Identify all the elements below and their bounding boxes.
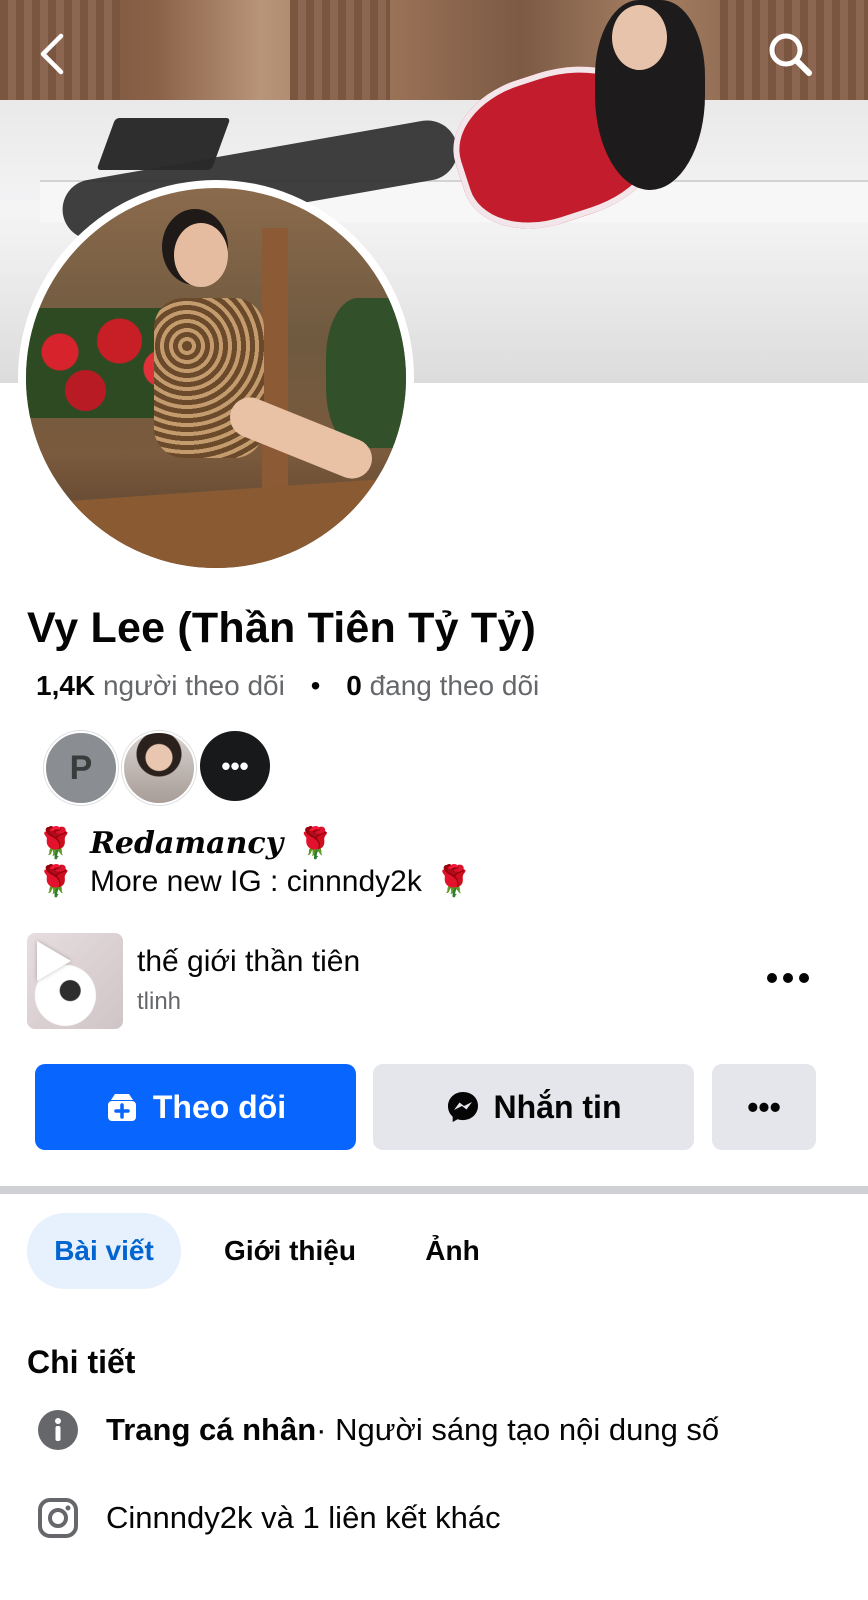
tab-posts[interactable]: Bài viết: [27, 1213, 181, 1289]
following-count[interactable]: 0: [346, 670, 362, 701]
rose-emoji: 🌹: [296, 827, 334, 860]
mutual-avatar-initial[interactable]: P: [44, 731, 118, 805]
followers-count[interactable]: 1,4K: [36, 670, 95, 701]
avatar-figure-head: [174, 223, 228, 287]
avatar-plants: [326, 298, 406, 448]
back-button[interactable]: [22, 26, 82, 86]
following-label[interactable]: đang theo dõi: [370, 670, 540, 701]
cover-figure-face: [612, 5, 667, 70]
detail-page-type-bold: Trang cá nhân: [106, 1412, 317, 1447]
music-album-art[interactable]: [27, 933, 123, 1029]
search-icon: [766, 30, 814, 83]
music-title[interactable]: thế giới thần tiên: [137, 945, 360, 979]
detail-page-type-rest: · Người sáng tạo nội dung số: [316, 1412, 720, 1447]
rose-emoji: 🌹: [37, 827, 75, 860]
follow-button-label: Theo dõi: [152, 1088, 287, 1125]
message-button-label: Nhắn tin: [493, 1088, 622, 1125]
section-divider: [0, 1186, 868, 1194]
follow-add-icon: [105, 1090, 139, 1124]
bio-ig-text: More new IG : cinnndy2k: [90, 864, 422, 898]
search-button[interactable]: [760, 26, 820, 86]
play-icon[interactable]: [37, 941, 71, 981]
avatar-wooden-table: [63, 474, 406, 568]
cover-wood-panel: [290, 0, 390, 110]
bio-line-1: 🌹 Redamancy 🌹: [36, 826, 335, 861]
profile-name: Vy Lee (Thần Tiên Tỷ Tỷ): [27, 604, 536, 652]
detail-instagram-text[interactable]: Cinnndy2k và 1 liên kết khác: [106, 1500, 501, 1536]
bio-redamancy: Redamancy: [90, 826, 284, 861]
detail-instagram-link[interactable]: Cinnndy2k và 1 liên kết khác: [36, 1496, 501, 1540]
more-dots-icon: [766, 971, 810, 989]
tab-photos[interactable]: Ảnh: [405, 1213, 500, 1289]
followers-label[interactable]: người theo dõi: [103, 670, 285, 701]
detail-page-type: Trang cá nhân · Người sáng tạo nội dung …: [36, 1408, 719, 1452]
follow-stats: 1,4K người theo dõi • 0 đang theo dõi: [36, 670, 539, 702]
chevron-left-icon: [35, 32, 69, 81]
more-actions-button[interactable]: •••: [712, 1064, 816, 1150]
info-icon: [36, 1408, 80, 1452]
music-artist[interactable]: tlinh: [137, 988, 181, 1016]
mutual-avatar-more[interactable]: •••: [200, 731, 270, 801]
details-heading: Chi tiết: [27, 1344, 136, 1380]
rose-emoji: 🌹: [435, 865, 473, 898]
rose-emoji: 🌹: [37, 865, 75, 898]
profile-picture[interactable]: [26, 188, 406, 568]
follow-button[interactable]: Theo dõi: [35, 1064, 356, 1150]
message-button[interactable]: Nhắn tin: [373, 1064, 694, 1150]
bio-line-2: 🌹 More new IG : cinnndy2k 🌹: [36, 864, 474, 899]
stats-separator: •: [310, 670, 321, 701]
messenger-icon: [446, 1090, 480, 1124]
mutual-avatar-photo[interactable]: [122, 731, 196, 805]
instagram-icon: [36, 1496, 80, 1540]
profile-picture-frame[interactable]: [18, 180, 414, 576]
tab-about[interactable]: Giới thiệu: [205, 1213, 375, 1289]
music-more-button[interactable]: [760, 962, 816, 998]
